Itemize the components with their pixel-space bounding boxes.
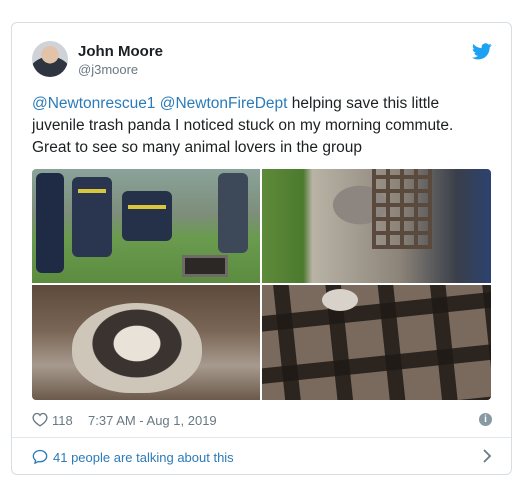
like-count[interactable]: 118 xyxy=(52,413,73,428)
mention-newtonrescue1[interactable]: @Newtonrescue1 xyxy=(32,95,155,112)
author-name[interactable]: John Moore xyxy=(78,43,163,60)
photo-raccoon-in-grate[interactable] xyxy=(262,169,491,283)
avatar[interactable] xyxy=(32,41,68,77)
storm-drain xyxy=(182,255,228,277)
divider xyxy=(12,437,511,438)
raccoon-paw xyxy=(322,289,358,311)
photo-raccoon-paw[interactable] xyxy=(262,285,491,400)
media-grid xyxy=(32,169,491,400)
tweet-header: John Moore @j3moore xyxy=(32,41,492,85)
person-figure xyxy=(122,191,172,241)
speech-bubble-icon xyxy=(32,449,48,464)
photo-firefighters-drain[interactable] xyxy=(32,169,260,283)
photo-raccoon-face[interactable] xyxy=(32,285,260,400)
chevron-right-icon xyxy=(483,449,492,463)
info-icon[interactable]: i xyxy=(479,413,492,426)
twitter-bird-icon[interactable] xyxy=(472,43,492,60)
grate-bars xyxy=(372,169,432,249)
tweet-timestamp[interactable]: 7:37 AM - Aug 1, 2019 xyxy=(88,413,217,428)
heart-icon[interactable] xyxy=(32,412,48,427)
raccoon-face xyxy=(72,303,202,393)
person-figure xyxy=(36,173,64,273)
reflective-stripe xyxy=(128,205,166,209)
tweet-text: @Newtonrescue1 @NewtonFireDept helping s… xyxy=(32,93,492,159)
tweet-meta: 118 7:37 AM - Aug 1, 2019 i xyxy=(32,411,492,431)
talking-count-label: 41 people are talking about this xyxy=(53,450,234,465)
author-handle[interactable]: @j3moore xyxy=(78,62,138,77)
reflective-stripe xyxy=(78,189,106,193)
grate-bars xyxy=(262,285,491,400)
conversation-link[interactable]: 41 people are talking about this xyxy=(32,448,492,468)
embedded-tweet-card: John Moore @j3moore @Newtonrescue1 @Newt… xyxy=(11,22,512,475)
mention-newtonfiredept[interactable]: @NewtonFireDept xyxy=(160,95,288,112)
person-figure xyxy=(218,173,248,253)
